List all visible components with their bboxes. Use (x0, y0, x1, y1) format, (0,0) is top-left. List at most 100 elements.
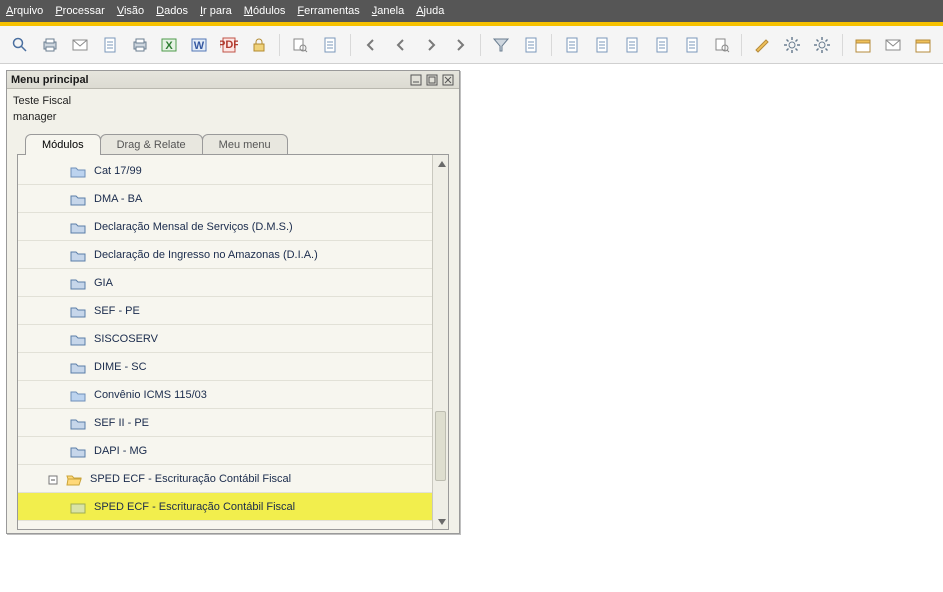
user-name: manager (13, 109, 453, 125)
doc-folder-icon (70, 164, 86, 178)
tree-item[interactable]: Declaração Mensal de Serviços (D.M.S.) (18, 213, 448, 241)
menu-modulos[interactable]: Módulos (244, 5, 286, 17)
scroll-up-icon[interactable] (433, 155, 448, 171)
menu-ferramentas[interactable]: Ferramentas (297, 5, 359, 17)
first-record-icon[interactable] (359, 33, 383, 57)
tree-item[interactable]: GIA (18, 269, 448, 297)
menu-janela[interactable]: Janela (372, 5, 404, 17)
tree-item[interactable]: DAPI - MG (18, 437, 448, 465)
tree-item[interactable]: Convênio ICMS 115/03 (18, 381, 448, 409)
tree-item-label: DAPI - MG (94, 445, 147, 457)
lock-icon[interactable] (247, 33, 271, 57)
tree-item-label: SEF II - PE (94, 417, 149, 429)
toolbar-separator (741, 34, 742, 56)
gross-profit-icon[interactable] (620, 33, 644, 57)
tree-item[interactable]: SEF II - PE (18, 409, 448, 437)
tree-item[interactable]: Cat 17/99 (18, 157, 448, 185)
alerts-icon[interactable] (911, 33, 935, 57)
filter-icon[interactable] (489, 33, 513, 57)
scroll-track[interactable] (433, 171, 448, 513)
tab-meu-menu-label: Meu menu (219, 139, 271, 151)
menu-visao[interactable]: Visão (117, 5, 144, 17)
export-excel-icon[interactable] (157, 33, 181, 57)
tree-item-label: SPED ECF - Escrituração Contábil Fiscal (90, 473, 291, 485)
tree-item-label: Declaração de Ingresso no Amazonas (D.I.… (94, 249, 318, 261)
sort-icon[interactable] (519, 33, 543, 57)
next-record-icon[interactable] (419, 33, 443, 57)
find-icon[interactable] (288, 33, 312, 57)
module-tree: Cat 17/99DMA - BA Declaração Mensal de Se… (17, 154, 449, 530)
tab-modulos-label: Módulos (42, 139, 84, 151)
fax-icon[interactable] (128, 33, 152, 57)
tree-item[interactable]: DMA - BA (18, 185, 448, 213)
email-icon[interactable] (68, 33, 92, 57)
doc-folder-icon (70, 388, 86, 402)
menu-dados[interactable]: Dados (156, 5, 188, 17)
target-doc-icon[interactable] (590, 33, 614, 57)
panel-title-text: Menu principal (11, 74, 89, 86)
prev-record-icon[interactable] (389, 33, 413, 57)
tree-item[interactable]: SPED ECF - Escrituração Contábil Fiscal (18, 465, 448, 493)
transaction-journal-icon[interactable] (710, 33, 734, 57)
last-record-icon[interactable] (448, 33, 472, 57)
find-list-icon[interactable] (318, 33, 342, 57)
tree-item-label: Declaração Mensal de Serviços (D.M.S.) (94, 221, 293, 233)
volume-weight-icon[interactable] (680, 33, 704, 57)
collapse-icon[interactable] (46, 473, 58, 485)
panel-close-icon[interactable] (441, 73, 455, 87)
preview-icon[interactable] (8, 33, 32, 57)
tabstrip: Módulos Drag & Relate Meu menu (13, 133, 453, 154)
tree-item-label: DIME - SC (94, 361, 147, 373)
tree-item-label: SISCOSERV (94, 333, 158, 345)
tab-modulos[interactable]: Módulos (25, 134, 101, 155)
toolbar-separator (842, 34, 843, 56)
tab-meu-menu[interactable]: Meu menu (202, 134, 288, 155)
closed-folder-icon (70, 248, 86, 262)
closed-folder-icon (70, 416, 86, 430)
tree-item[interactable]: DIME - SC (18, 353, 448, 381)
main-menu-panel: Menu principal Teste Fiscal manager Módu… (6, 70, 460, 534)
menubar: Arquivo Processar Visão Dados Ir para Mó… (0, 0, 943, 22)
panel-minimize-icon[interactable] (409, 73, 423, 87)
tree-item[interactable]: Declaração de Ingresso no Amazonas (D.I.… (18, 241, 448, 269)
messages-icon[interactable] (881, 33, 905, 57)
tree-item[interactable]: SPED ECF - Escrituração Contábil Fiscal (18, 493, 448, 521)
tree-item[interactable]: SEF - PE (18, 297, 448, 325)
tree-item-label: SEF - PE (94, 305, 140, 317)
closed-folder-icon (70, 276, 86, 290)
calendar-icon[interactable] (851, 33, 875, 57)
toolbar-separator (480, 34, 481, 56)
tab-drag-relate[interactable]: Drag & Relate (100, 134, 203, 155)
scroll-down-icon[interactable] (433, 513, 448, 529)
user-defined-icon[interactable] (810, 33, 834, 57)
company-name: Teste Fiscal (13, 93, 453, 109)
tree-item-label: GIA (94, 277, 113, 289)
print-icon[interactable] (38, 33, 62, 57)
closed-folder-icon (70, 304, 86, 318)
toolbar (0, 26, 943, 64)
menu-arquivo[interactable]: Arquivo (6, 5, 43, 17)
menu-irpara[interactable]: Ir para (200, 5, 232, 17)
closed-folder-icon (70, 360, 86, 374)
panel-titlebar[interactable]: Menu principal (7, 71, 459, 89)
payment-means-icon[interactable] (650, 33, 674, 57)
layout-designer-icon[interactable] (750, 33, 774, 57)
menu-processar[interactable]: Processar (55, 5, 105, 17)
base-doc-icon[interactable] (560, 33, 584, 57)
toolbar-separator (551, 34, 552, 56)
scroll-thumb[interactable] (435, 411, 446, 481)
form-settings-icon[interactable] (780, 33, 804, 57)
menu-ajuda[interactable]: Ajuda (416, 5, 444, 17)
export-pdf-icon[interactable] (217, 33, 241, 57)
closed-folder-icon (70, 332, 86, 346)
work-area: Menu principal Teste Fiscal manager Módu… (0, 64, 943, 592)
panel-maximize-icon[interactable] (425, 73, 439, 87)
tree-item[interactable]: SISCOSERV (18, 325, 448, 353)
export-word-icon[interactable] (187, 33, 211, 57)
toolbar-separator (279, 34, 280, 56)
tree-scrollbar[interactable] (432, 155, 448, 529)
sms-icon[interactable] (98, 33, 122, 57)
item-folder-icon (70, 500, 86, 514)
closed-folder-icon (70, 220, 86, 234)
closed-folder-icon (70, 192, 86, 206)
